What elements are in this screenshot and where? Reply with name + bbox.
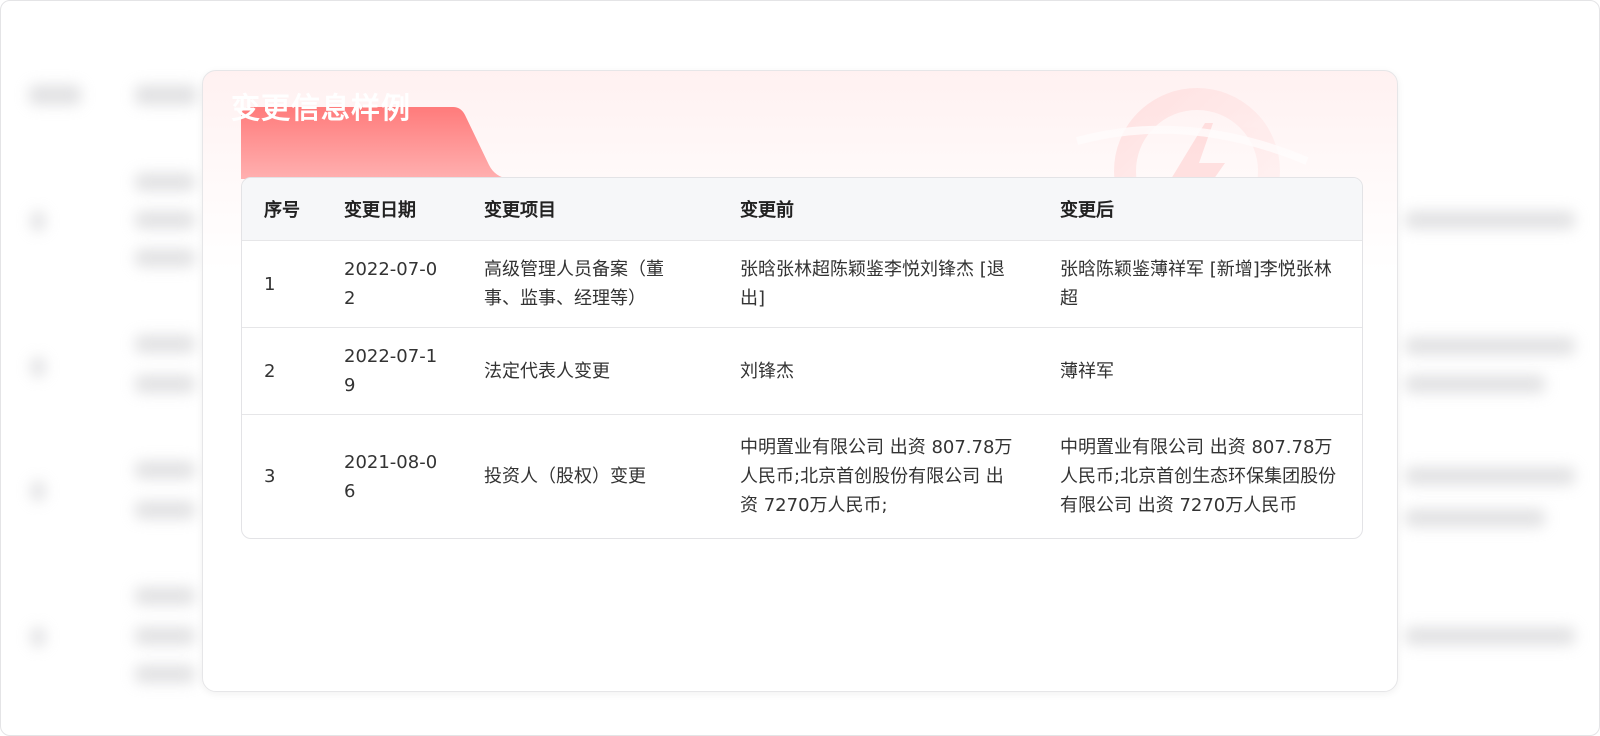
table-row: 2 2022-07-19 法定代表人变更 刘锋杰 薄祥军 (242, 327, 1362, 415)
cell-change-date: 2021-08-06 (322, 414, 462, 538)
change-info-table: 序号 变更日期 变更项目 变更前 变更后 1 2022-07-02 高级管理人员… (241, 177, 1363, 539)
cell-change-item: 高级管理人员备案（董事、监事、经理等） (462, 240, 718, 328)
cell-after-change: 中明置业有限公司 出资 807.78万人民币;北京首创生态环保集团股份有限公司 … (1038, 414, 1362, 538)
cell-index: 2 (242, 327, 322, 415)
blurred-cell (31, 211, 45, 231)
cell-before-change: 中明置业有限公司 出资 807.78万人民币;北京首创股份有限公司 出资 727… (718, 414, 1038, 538)
blurred-cell (1405, 375, 1545, 393)
table-row: 3 2021-08-06 投资人（股权）变更 中明置业有限公司 出资 807.7… (242, 414, 1362, 538)
blurred-cell (1405, 509, 1545, 527)
blurred-cell (135, 627, 195, 645)
header-before-change: 变更前 (718, 178, 1038, 241)
blurred-cell (31, 357, 45, 377)
blurred-cell (135, 587, 195, 605)
blurred-cell (1405, 467, 1575, 485)
cell-change-date: 2022-07-19 (322, 327, 462, 415)
blurred-cell (1405, 627, 1575, 645)
blurred-cell (135, 665, 195, 683)
cell-before-change: 刘锋杰 (718, 327, 1038, 415)
blurred-cell (135, 249, 195, 267)
blurred-cell (135, 461, 195, 479)
cell-change-date: 2022-07-02 (322, 240, 462, 328)
cell-index: 1 (242, 240, 322, 328)
header-change-item: 变更项目 (462, 178, 718, 241)
cell-index: 3 (242, 414, 322, 538)
card-title: 变更信息样例 (231, 91, 412, 125)
cell-before-change: 张晗张林超陈颖鉴李悦刘锋杰 [退出] (718, 240, 1038, 328)
cell-change-item: 法定代表人变更 (462, 327, 718, 415)
header-after-change: 变更后 (1038, 178, 1362, 241)
change-info-card: 变更信息样例 序号 变更日期 变更项目 变更前 变更后 1 2022-07-02 (202, 70, 1398, 692)
header-change-date: 变更日期 (322, 178, 462, 241)
blurred-cell (31, 627, 45, 647)
header-index: 序号 (242, 178, 322, 241)
cell-change-item: 投资人（股权）变更 (462, 414, 718, 538)
table-row: 1 2022-07-02 高级管理人员备案（董事、监事、经理等） 张晗张林超陈颖… (242, 240, 1362, 328)
blurred-cell (135, 173, 195, 191)
blurred-cell (1405, 211, 1575, 229)
blurred-header-cell (135, 85, 197, 105)
blurred-cell (135, 211, 195, 229)
blurred-cell (31, 481, 45, 501)
blurred-header-cell (29, 85, 81, 105)
blurred-cell (135, 335, 195, 353)
blurred-cell (135, 501, 195, 519)
blurred-cell (1405, 337, 1575, 355)
blurred-cell (135, 375, 195, 393)
cell-after-change: 薄祥军 (1038, 327, 1362, 415)
cell-after-change: 张晗陈颖鉴薄祥军 [新增]李悦张林超 (1038, 240, 1362, 328)
table-header-row: 序号 变更日期 变更项目 变更前 变更后 (242, 178, 1362, 241)
